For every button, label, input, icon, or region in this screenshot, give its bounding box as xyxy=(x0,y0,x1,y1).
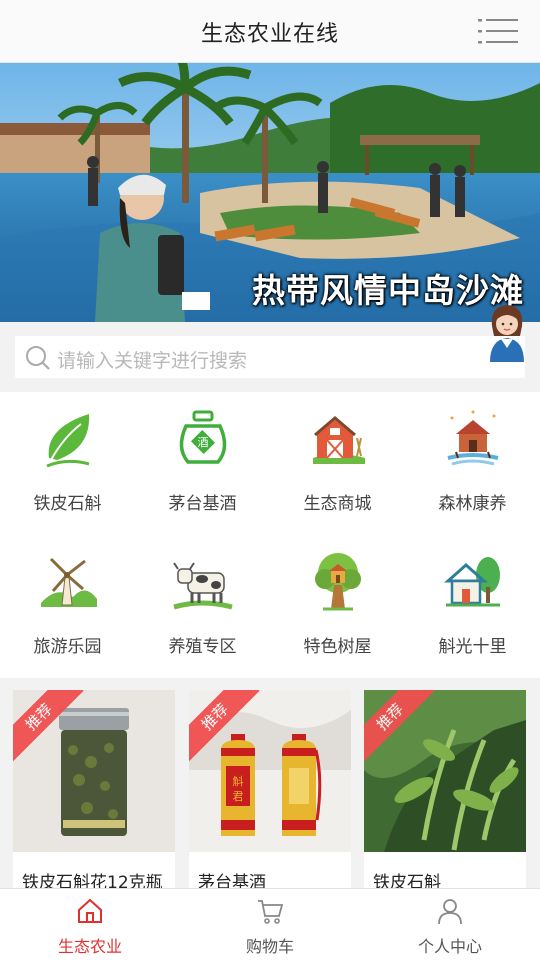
home-icon xyxy=(78,898,102,923)
wine-jar-icon: 酒 xyxy=(179,410,227,464)
product-list: 推荐 铁皮石斛花12克瓶 斛 君 推荐 茅台基酒 推荐 铁皮石斛 xyxy=(0,678,540,900)
product-card[interactable]: 斛 君 推荐 茅台基酒 xyxy=(189,690,351,900)
cart-icon xyxy=(258,900,284,924)
product-card[interactable]: 推荐 铁皮石斛 xyxy=(364,690,526,900)
category-label: 茅台基酒 xyxy=(168,494,237,514)
search-section: 请输入关键字进行搜索 xyxy=(0,305,540,392)
svg-text:君: 君 xyxy=(233,790,244,803)
category-label: 森林康养 xyxy=(438,494,507,514)
category-item-maotaijijiu[interactable]: 酒 茅台基酒 xyxy=(135,392,270,535)
svg-text:酒: 酒 xyxy=(198,436,209,449)
treehouse-icon xyxy=(315,553,361,611)
search-input[interactable]: 请输入关键字进行搜索 xyxy=(15,336,525,378)
category-label: 铁皮石斛 xyxy=(33,494,102,514)
user-icon xyxy=(438,899,462,925)
bottom-tab-bar: 生态农业 购物车 个人中心 xyxy=(0,888,540,960)
category-item-teseshuwu[interactable]: 特色树屋 xyxy=(270,535,405,678)
product-image: 推荐 xyxy=(13,690,175,852)
app-header: 生态农业在线 xyxy=(0,0,540,63)
category-grid: 铁皮石斛 酒 茅台基酒 生态商城 森林康养 旅游乐园 养殖专区 特色树屋 斛光十… xyxy=(0,392,540,678)
tab-label: 购物车 xyxy=(245,937,294,956)
category-label: 养殖专区 xyxy=(168,637,237,657)
category-item-tiepishihu[interactable]: 铁皮石斛 xyxy=(0,392,135,535)
leaf-icon xyxy=(46,414,90,468)
caption-mark xyxy=(182,292,210,310)
product-image: 推荐 xyxy=(364,690,526,852)
product-card[interactable]: 推荐 铁皮石斛花12克瓶 xyxy=(13,690,175,900)
cabin-icon xyxy=(447,410,499,466)
house-tree-icon xyxy=(444,557,500,607)
search-placeholder: 请输入关键字进行搜索 xyxy=(57,350,248,372)
promo-banner[interactable]: 热带风情中岛沙滩 xyxy=(0,63,540,322)
hamburger-menu-icon[interactable] xyxy=(478,17,518,45)
category-item-shengtaishangcheng[interactable]: 生态商城 xyxy=(270,392,405,535)
svg-text:斛: 斛 xyxy=(233,774,244,788)
category-item-senlinkangyang[interactable]: 森林康养 xyxy=(405,392,540,535)
category-item-huguangshili[interactable]: 斛光十里 xyxy=(405,535,540,678)
tab-label: 个人中心 xyxy=(417,937,482,956)
windmill-icon xyxy=(41,557,97,607)
tab-label: 生态农业 xyxy=(57,937,122,956)
category-label: 特色树屋 xyxy=(303,637,372,657)
customer-service-avatar-icon[interactable] xyxy=(486,302,528,362)
banner-caption: 热带风情中岛沙滩 xyxy=(252,271,524,310)
page-title: 生态农业在线 xyxy=(200,22,339,47)
tab-gouwuche[interactable]: 购物车 xyxy=(180,889,360,960)
category-item-yangzhizhuanqu[interactable]: 养殖专区 xyxy=(135,535,270,678)
tab-gerenzhongxin[interactable]: 个人中心 xyxy=(360,889,540,960)
search-icon xyxy=(26,346,50,370)
category-item-lvyouleyuan[interactable]: 旅游乐园 xyxy=(0,535,135,678)
product-image: 斛 君 推荐 xyxy=(189,690,351,852)
tab-shengtainongye[interactable]: 生态农业 xyxy=(0,889,180,960)
barn-icon xyxy=(313,416,365,464)
category-label: 生态商城 xyxy=(303,494,372,514)
category-label: 旅游乐园 xyxy=(33,637,102,657)
cow-icon xyxy=(173,562,233,610)
category-label: 斛光十里 xyxy=(438,637,507,657)
